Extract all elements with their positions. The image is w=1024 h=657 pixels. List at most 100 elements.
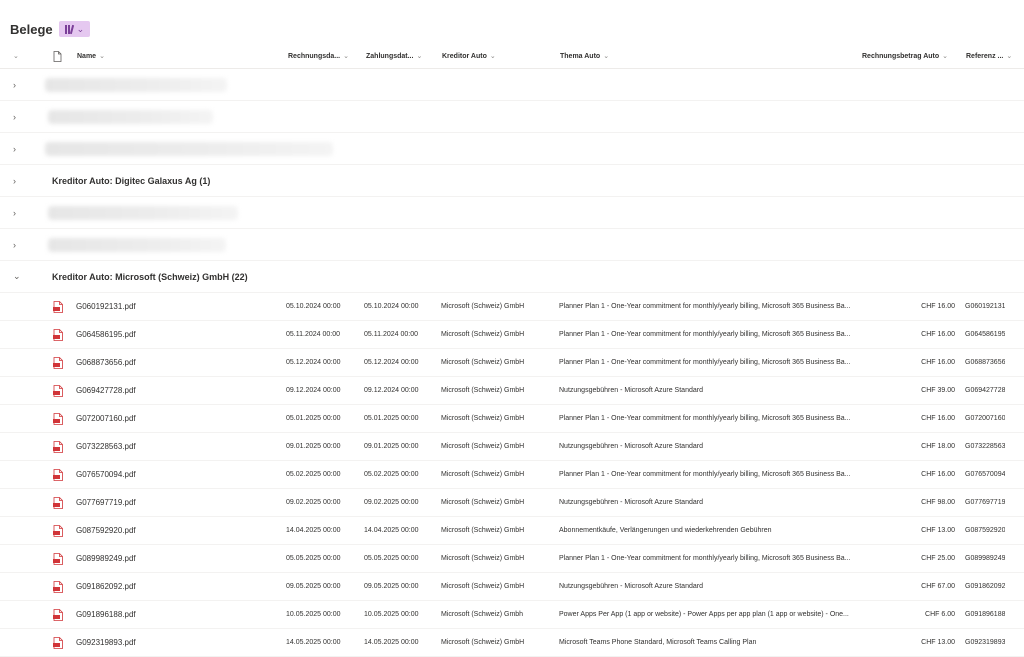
column-header-thema[interactable]: Thema Auto ⌄ — [560, 44, 609, 68]
chevron-right-icon[interactable]: › — [13, 229, 16, 260]
file-row[interactable]: G064586195.pdf 05.11.2024 00:00 05.11.20… — [0, 321, 1024, 349]
file-name-link[interactable]: G060192131.pdf — [76, 293, 136, 320]
betrag-cell: CHF 16.00 — [921, 415, 955, 422]
group-header-redacted[interactable]: › — [0, 133, 1024, 165]
library-title: Belege — [10, 21, 53, 37]
pdf-file-icon — [53, 497, 63, 509]
view-switcher-button[interactable]: ⌄ — [58, 21, 91, 37]
file-row[interactable]: G076570094.pdf 05.02.2025 00:00 05.02.20… — [0, 461, 1024, 489]
group-header-redacted[interactable]: › — [0, 101, 1024, 133]
pdf-file-icon — [53, 301, 63, 313]
thema-cell: Power Apps Per App (1 app or website) - … — [559, 611, 849, 618]
thema-cell: Microsoft Teams Phone Standard, Microsof… — [559, 639, 757, 646]
pdf-file-icon — [53, 385, 63, 397]
thema-cell: Nutzungsgebühren - Microsoft Azure Stand… — [559, 387, 703, 394]
file-name-link[interactable]: G091896188.pdf — [76, 601, 136, 628]
referenz-cell: G073228563 — [965, 443, 1006, 450]
chevron-right-icon[interactable]: › — [13, 101, 16, 132]
kreditor-cell: Microsoft (Schweiz) GmbH — [441, 331, 525, 338]
column-header-zahlungsdatum[interactable]: Zahlungsdat... ⌄ — [366, 44, 422, 68]
thema-cell: Nutzungsgebühren - Microsoft Azure Stand… — [559, 443, 703, 450]
file-name-link[interactable]: G091862092.pdf — [76, 573, 136, 600]
group-header-redacted[interactable]: › — [0, 69, 1024, 101]
group-header-redacted[interactable]: › — [0, 197, 1024, 229]
column-header-betrag[interactable]: Rechnungsbetrag Auto ⌄ — [862, 44, 948, 68]
betrag-cell: CHF 16.00 — [921, 471, 955, 478]
file-row[interactable]: G089989249.pdf 05.05.2025 00:00 05.05.20… — [0, 545, 1024, 573]
redacted-content — [45, 142, 333, 156]
kreditor-cell: Microsoft (Schweiz) GmbH — [441, 499, 525, 506]
redacted-content — [48, 238, 226, 252]
file-name-link[interactable]: G073228563.pdf — [76, 433, 136, 460]
file-row[interactable]: G091862092.pdf 09.05.2025 00:00 09.05.20… — [0, 573, 1024, 601]
collapse-all-button[interactable]: ⌄ — [13, 44, 19, 68]
rechnungsdatum-cell: 09.12.2024 00:00 — [286, 387, 341, 394]
chevron-right-icon[interactable]: › — [13, 69, 16, 100]
pdf-file-icon — [53, 441, 63, 453]
library-header: Belege ⌄ — [10, 18, 91, 40]
group-header-digitec[interactable]: › Kreditor Auto: Digitec Galaxus Ag (1) — [0, 165, 1024, 197]
file-name-link[interactable]: G076570094.pdf — [76, 461, 136, 488]
kreditor-cell: Microsoft (Schweiz) GmbH — [441, 415, 525, 422]
file-name-link[interactable]: G068873656.pdf — [76, 349, 136, 376]
chevron-right-icon[interactable]: › — [13, 197, 16, 228]
zahlungsdatum-cell: 09.05.2025 00:00 — [364, 583, 419, 590]
file-row[interactable]: G069427728.pdf 09.12.2024 00:00 09.12.20… — [0, 377, 1024, 405]
group-header-microsoft[interactable]: ⌄ Kreditor Auto: Microsoft (Schweiz) Gmb… — [0, 261, 1024, 293]
group-title: Kreditor Auto: Microsoft (Schweiz) GmbH … — [52, 271, 248, 282]
file-name-link[interactable]: G089989249.pdf — [76, 545, 136, 572]
zahlungsdatum-cell: 14.05.2025 00:00 — [364, 639, 419, 646]
pdf-file-icon — [53, 553, 63, 565]
file-row[interactable]: G091896188.pdf 10.05.2025 00:00 10.05.20… — [0, 601, 1024, 629]
chevron-down-icon: ⌄ — [99, 53, 105, 60]
redacted-content — [48, 110, 213, 124]
referenz-cell: G072007160 — [965, 415, 1006, 422]
file-name-link[interactable]: G087592920.pdf — [76, 517, 136, 544]
redacted-content — [48, 206, 238, 220]
column-header-name[interactable]: Name ⌄ — [77, 44, 105, 68]
file-name-link[interactable]: G069427728.pdf — [76, 377, 136, 404]
chevron-right-icon[interactable]: › — [13, 133, 16, 164]
file-row[interactable]: G092319893.pdf 14.05.2025 00:00 14.05.20… — [0, 629, 1024, 657]
pdf-file-icon — [53, 581, 63, 593]
file-row[interactable]: G087592920.pdf 14.04.2025 00:00 14.04.20… — [0, 517, 1024, 545]
kreditor-cell: Microsoft (Schweiz) GmbH — [441, 359, 525, 366]
file-row[interactable]: G073228563.pdf 09.01.2025 00:00 09.01.20… — [0, 433, 1024, 461]
chevron-down-icon: ⌄ — [489, 53, 496, 60]
betrag-cell: CHF 67.00 — [921, 583, 955, 590]
column-header-referenz[interactable]: Referenz ... ⌄ — [966, 44, 1012, 68]
referenz-cell: G064586195 — [965, 331, 1006, 338]
file-row[interactable]: G060192131.pdf 05.10.2024 00:00 05.10.20… — [0, 293, 1024, 321]
column-header-rechnungsdatum[interactable]: Rechnungsda... ⌄ — [288, 44, 349, 68]
rechnungsdatum-cell: 05.01.2025 00:00 — [286, 415, 341, 422]
pdf-file-icon — [53, 469, 63, 481]
thema-cell: Planner Plan 1 - One-Year commitment for… — [559, 303, 851, 310]
file-type-column-header[interactable] — [53, 44, 62, 68]
pdf-file-icon — [53, 609, 63, 621]
file-name-link[interactable]: G092319893.pdf — [76, 629, 136, 656]
thema-cell: Planner Plan 1 - One-Year commitment for… — [559, 331, 851, 338]
betrag-cell: CHF 98.00 — [921, 499, 955, 506]
referenz-cell: G089989249 — [965, 555, 1006, 562]
referenz-cell: G091862092 — [965, 583, 1006, 590]
zahlungsdatum-cell: 09.01.2025 00:00 — [364, 443, 419, 450]
rechnungsdatum-cell: 05.11.2024 00:00 — [286, 331, 340, 338]
group-header-redacted[interactable]: › — [0, 229, 1024, 261]
kreditor-cell: Microsoft (Schweiz) GmbH — [441, 443, 525, 450]
column-header-kreditor[interactable]: Kreditor Auto ⌄ — [442, 44, 496, 68]
kreditor-cell: Microsoft (Schweiz) GmbH — [441, 471, 525, 478]
file-row[interactable]: G072007160.pdf 05.01.2025 00:00 05.01.20… — [0, 405, 1024, 433]
file-name-link[interactable]: G077697719.pdf — [76, 489, 136, 516]
file-row[interactable]: G068873656.pdf 05.12.2024 00:00 05.12.20… — [0, 349, 1024, 377]
chevron-down-icon: ⌄ — [1006, 53, 1013, 60]
zahlungsdatum-cell: 05.05.2025 00:00 — [364, 555, 419, 562]
chevron-right-icon[interactable]: › — [13, 165, 16, 196]
file-name-link[interactable]: G072007160.pdf — [76, 405, 136, 432]
file-row[interactable]: G077697719.pdf 09.02.2025 00:00 09.02.20… — [0, 489, 1024, 517]
thema-cell: Planner Plan 1 - One-Year commitment for… — [559, 471, 851, 478]
chevron-down-icon[interactable]: ⌄ — [13, 261, 21, 292]
referenz-cell: G091896188 — [965, 611, 1006, 618]
file-name-link[interactable]: G064586195.pdf — [76, 321, 136, 348]
file-list: G060192131.pdf 05.10.2024 00:00 05.10.20… — [0, 293, 1024, 657]
rechnungsdatum-cell: 09.01.2025 00:00 — [286, 443, 341, 450]
